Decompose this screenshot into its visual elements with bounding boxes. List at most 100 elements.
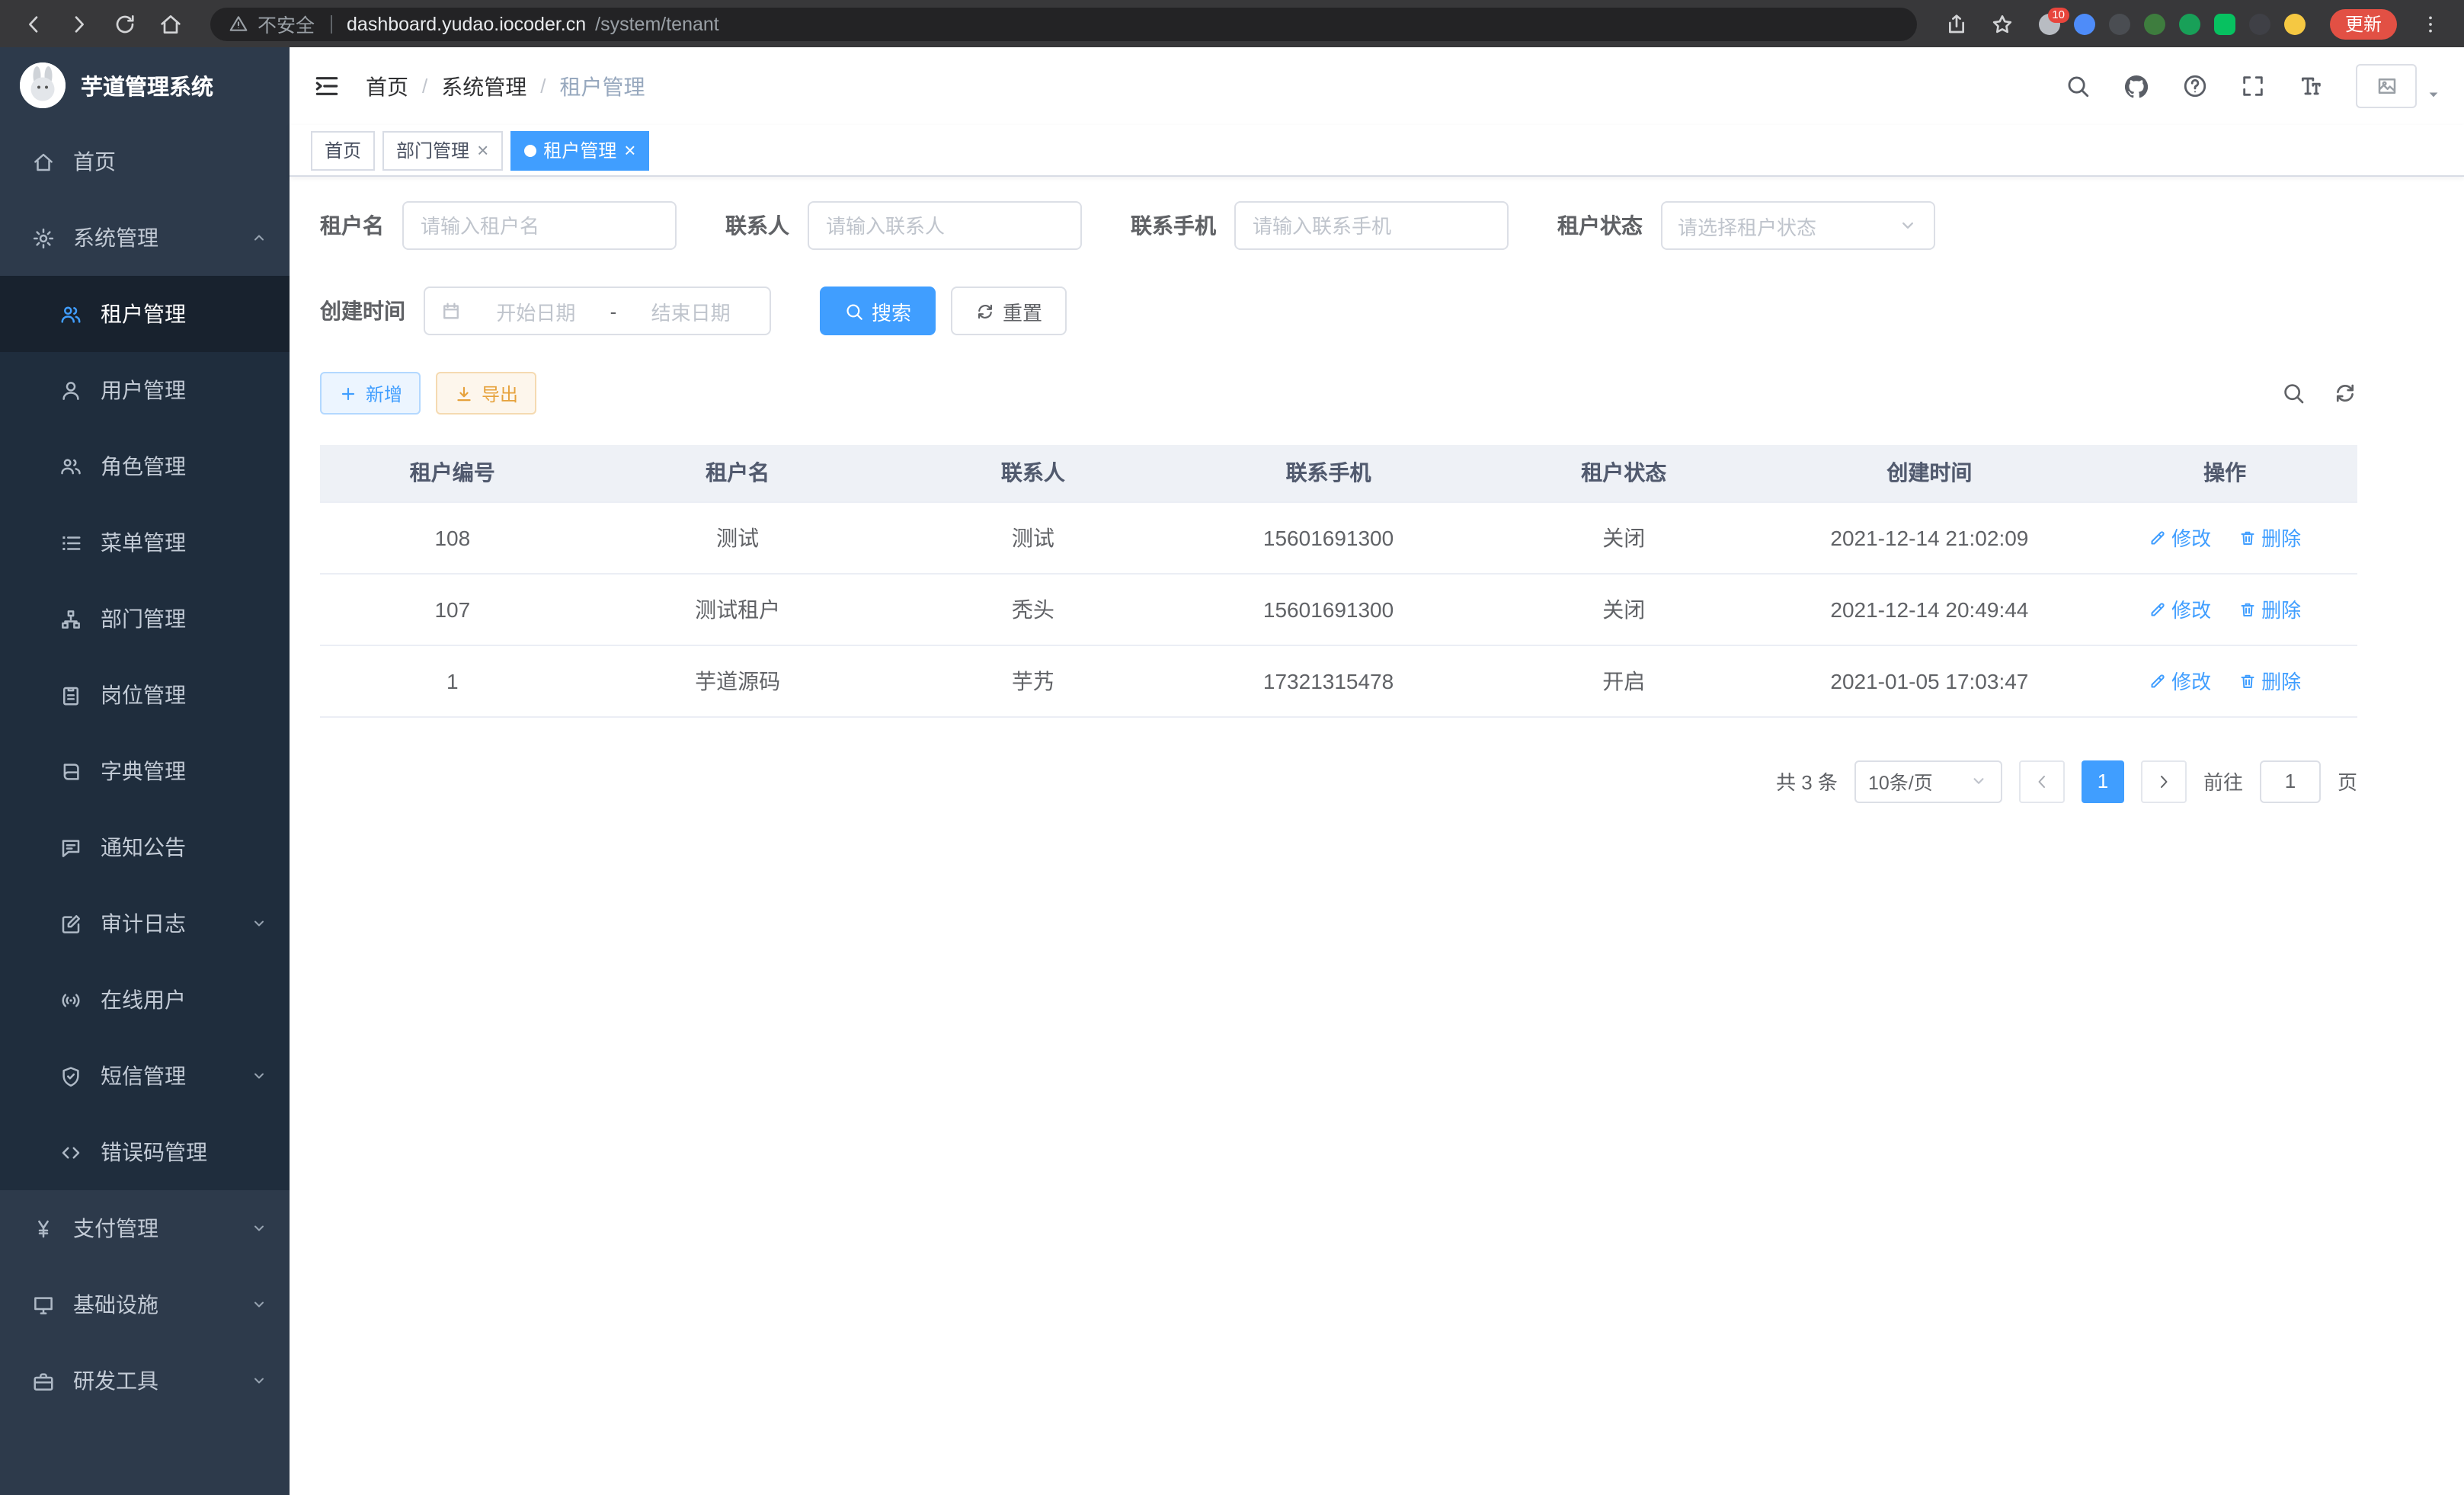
caret-down-icon: [2426, 86, 2441, 101]
cell-tenant-name: 芋道源码: [585, 645, 891, 716]
navbar: 首页 / 系统管理 / 租户管理: [290, 47, 2464, 125]
breadcrumb-item-home[interactable]: 首页: [366, 71, 408, 101]
delete-link[interactable]: 删除: [2238, 594, 2301, 623]
screen: 不安全 dashboard.yudao.iocoder.cn /system/t…: [0, 0, 2464, 1495]
briefcase-icon: [32, 1369, 55, 1392]
browser-reload-button[interactable]: [107, 5, 143, 42]
table-toolbar: 新增 导出: [320, 372, 2357, 415]
github-icon[interactable]: [2123, 72, 2150, 100]
share-button[interactable]: [1938, 5, 1975, 42]
delete-link[interactable]: 删除: [2238, 523, 2301, 552]
breadcrumb-separator: /: [540, 75, 546, 98]
extension-icon-3[interactable]: [2109, 13, 2130, 34]
chevron-down-icon: [250, 1219, 268, 1237]
tenant-name-input[interactable]: [402, 201, 677, 250]
browser-toolbar: 不安全 dashboard.yudao.iocoder.cn /system/t…: [0, 0, 2464, 47]
cell-contact: 芋艿: [891, 645, 1176, 716]
reset-button[interactable]: 重置: [951, 287, 1067, 335]
browser-update-button[interactable]: 更新: [2330, 8, 2397, 39]
prev-page-button[interactable]: [2019, 760, 2065, 802]
edit-link[interactable]: 修改: [2149, 666, 2211, 695]
tags-view: 首页 部门管理 × 租户管理 ×: [290, 125, 2464, 177]
close-icon[interactable]: ×: [477, 140, 488, 160]
user-avatar-menu[interactable]: [2356, 64, 2441, 108]
date-range-picker[interactable]: 开始日期 - 结束日期: [424, 287, 771, 335]
sidebar-item-home[interactable]: 首页: [0, 123, 290, 200]
add-button[interactable]: 新增: [320, 372, 421, 415]
cell-status: 开启: [1481, 645, 1766, 716]
fullscreen-icon[interactable]: [2240, 73, 2266, 99]
tag-tenant-mgmt[interactable]: 租户管理 ×: [510, 130, 649, 170]
browser-forward-button[interactable]: [61, 5, 98, 42]
breadcrumb-item-system[interactable]: 系统管理: [441, 71, 526, 101]
sidebar-item-dev-tools[interactable]: 研发工具: [0, 1343, 290, 1419]
pagination: 共 3 条 10条/页 1 前往 页: [320, 760, 2357, 802]
extensions-tray: 10: [2039, 13, 2306, 34]
extension-icon-6[interactable]: [2214, 13, 2235, 34]
cell-phone: 15601691300: [1176, 573, 1481, 645]
monitor-icon: [32, 1293, 55, 1316]
sidebar-item-dict-mgmt[interactable]: 字典管理: [0, 733, 290, 809]
extension-icon-1[interactable]: 10: [2039, 13, 2060, 34]
toggle-search-button[interactable]: [2281, 381, 2306, 405]
sidebar-item-error-code-mgmt[interactable]: 错误码管理: [0, 1114, 290, 1190]
extension-icon-4[interactable]: [2144, 13, 2165, 34]
browser-menu-button[interactable]: [2412, 5, 2449, 42]
search-icon[interactable]: [2065, 73, 2091, 99]
cell-created: 2021-12-14 21:02:09: [1766, 501, 2092, 573]
table-row: 1 芋道源码 芋艿 17321315478 开启 2021-01-05 17:0…: [320, 645, 2357, 716]
profile-avatar-icon[interactable]: [2284, 13, 2306, 34]
next-page-button[interactable]: [2141, 760, 2187, 802]
bookmark-star-button[interactable]: [1984, 5, 2021, 42]
cell-tenant-name: 测试: [585, 501, 891, 573]
status-select[interactable]: 请选择租户状态: [1661, 201, 1935, 250]
search-icon: [844, 301, 864, 321]
avatar: [2356, 64, 2417, 108]
sidebar-item-role-mgmt[interactable]: 角色管理: [0, 428, 290, 504]
sidebar-item-dept-mgmt[interactable]: 部门管理: [0, 581, 290, 657]
app-logo-row[interactable]: 芋道管理系统: [0, 47, 290, 123]
sidebar-item-system-mgmt[interactable]: 系统管理: [0, 200, 290, 276]
tag-dept-mgmt[interactable]: 部门管理 ×: [382, 130, 502, 170]
sidebar-item-notice[interactable]: 通知公告: [0, 809, 290, 885]
contact-input[interactable]: [808, 201, 1082, 250]
export-button[interactable]: 导出: [436, 372, 536, 415]
edit-link[interactable]: 修改: [2149, 594, 2211, 623]
sidebar-item-sms-mgmt[interactable]: 短信管理: [0, 1038, 290, 1114]
browser-home-button[interactable]: [152, 5, 189, 42]
sidebar-item-user-mgmt[interactable]: 用户管理: [0, 352, 290, 428]
contact-label: 联系人: [725, 210, 789, 241]
extension-icon-2[interactable]: [2074, 13, 2095, 34]
refresh-table-button[interactable]: [2333, 381, 2357, 405]
search-button[interactable]: 搜索: [820, 287, 936, 335]
sidebar-item-audit-log[interactable]: 审计日志: [0, 885, 290, 962]
sidebar-item-payment-mgmt[interactable]: 支付管理: [0, 1190, 290, 1266]
edit-icon: [2149, 600, 2167, 618]
delete-icon: [2238, 600, 2257, 618]
edit-link[interactable]: 修改: [2149, 523, 2211, 552]
column-header-phone: 联系手机: [1176, 445, 1481, 501]
font-size-icon[interactable]: [2298, 73, 2324, 99]
extension-icon-7[interactable]: [2249, 13, 2270, 34]
cell-tenant-name: 测试租户: [585, 573, 891, 645]
sidebar-item-post-mgmt[interactable]: 岗位管理: [0, 657, 290, 733]
sidebar-toggle-button[interactable]: [312, 72, 341, 101]
extension-icon-5[interactable]: [2179, 13, 2200, 34]
page-1-button[interactable]: 1: [2082, 760, 2124, 802]
column-header-actions: 操作: [2092, 445, 2357, 501]
sidebar-item-infrastructure[interactable]: 基础设施: [0, 1266, 290, 1343]
tag-home[interactable]: 首页: [311, 130, 375, 170]
close-icon[interactable]: ×: [624, 140, 635, 160]
page-size-select[interactable]: 10条/页: [1854, 760, 2002, 802]
cell-contact: 秃头: [891, 573, 1176, 645]
browser-back-button[interactable]: [15, 5, 52, 42]
tenant-name-label: 租户名: [320, 210, 384, 241]
sidebar-item-online-user[interactable]: 在线用户: [0, 962, 290, 1038]
url-bar[interactable]: 不安全 dashboard.yudao.iocoder.cn /system/t…: [210, 7, 1917, 40]
help-icon[interactable]: [2182, 73, 2208, 99]
delete-link[interactable]: 删除: [2238, 666, 2301, 695]
phone-input[interactable]: [1234, 201, 1509, 250]
goto-page-input[interactable]: [2260, 760, 2321, 802]
sidebar-item-menu-mgmt[interactable]: 菜单管理: [0, 504, 290, 581]
sidebar-item-tenant-mgmt[interactable]: 租户管理: [0, 276, 290, 352]
